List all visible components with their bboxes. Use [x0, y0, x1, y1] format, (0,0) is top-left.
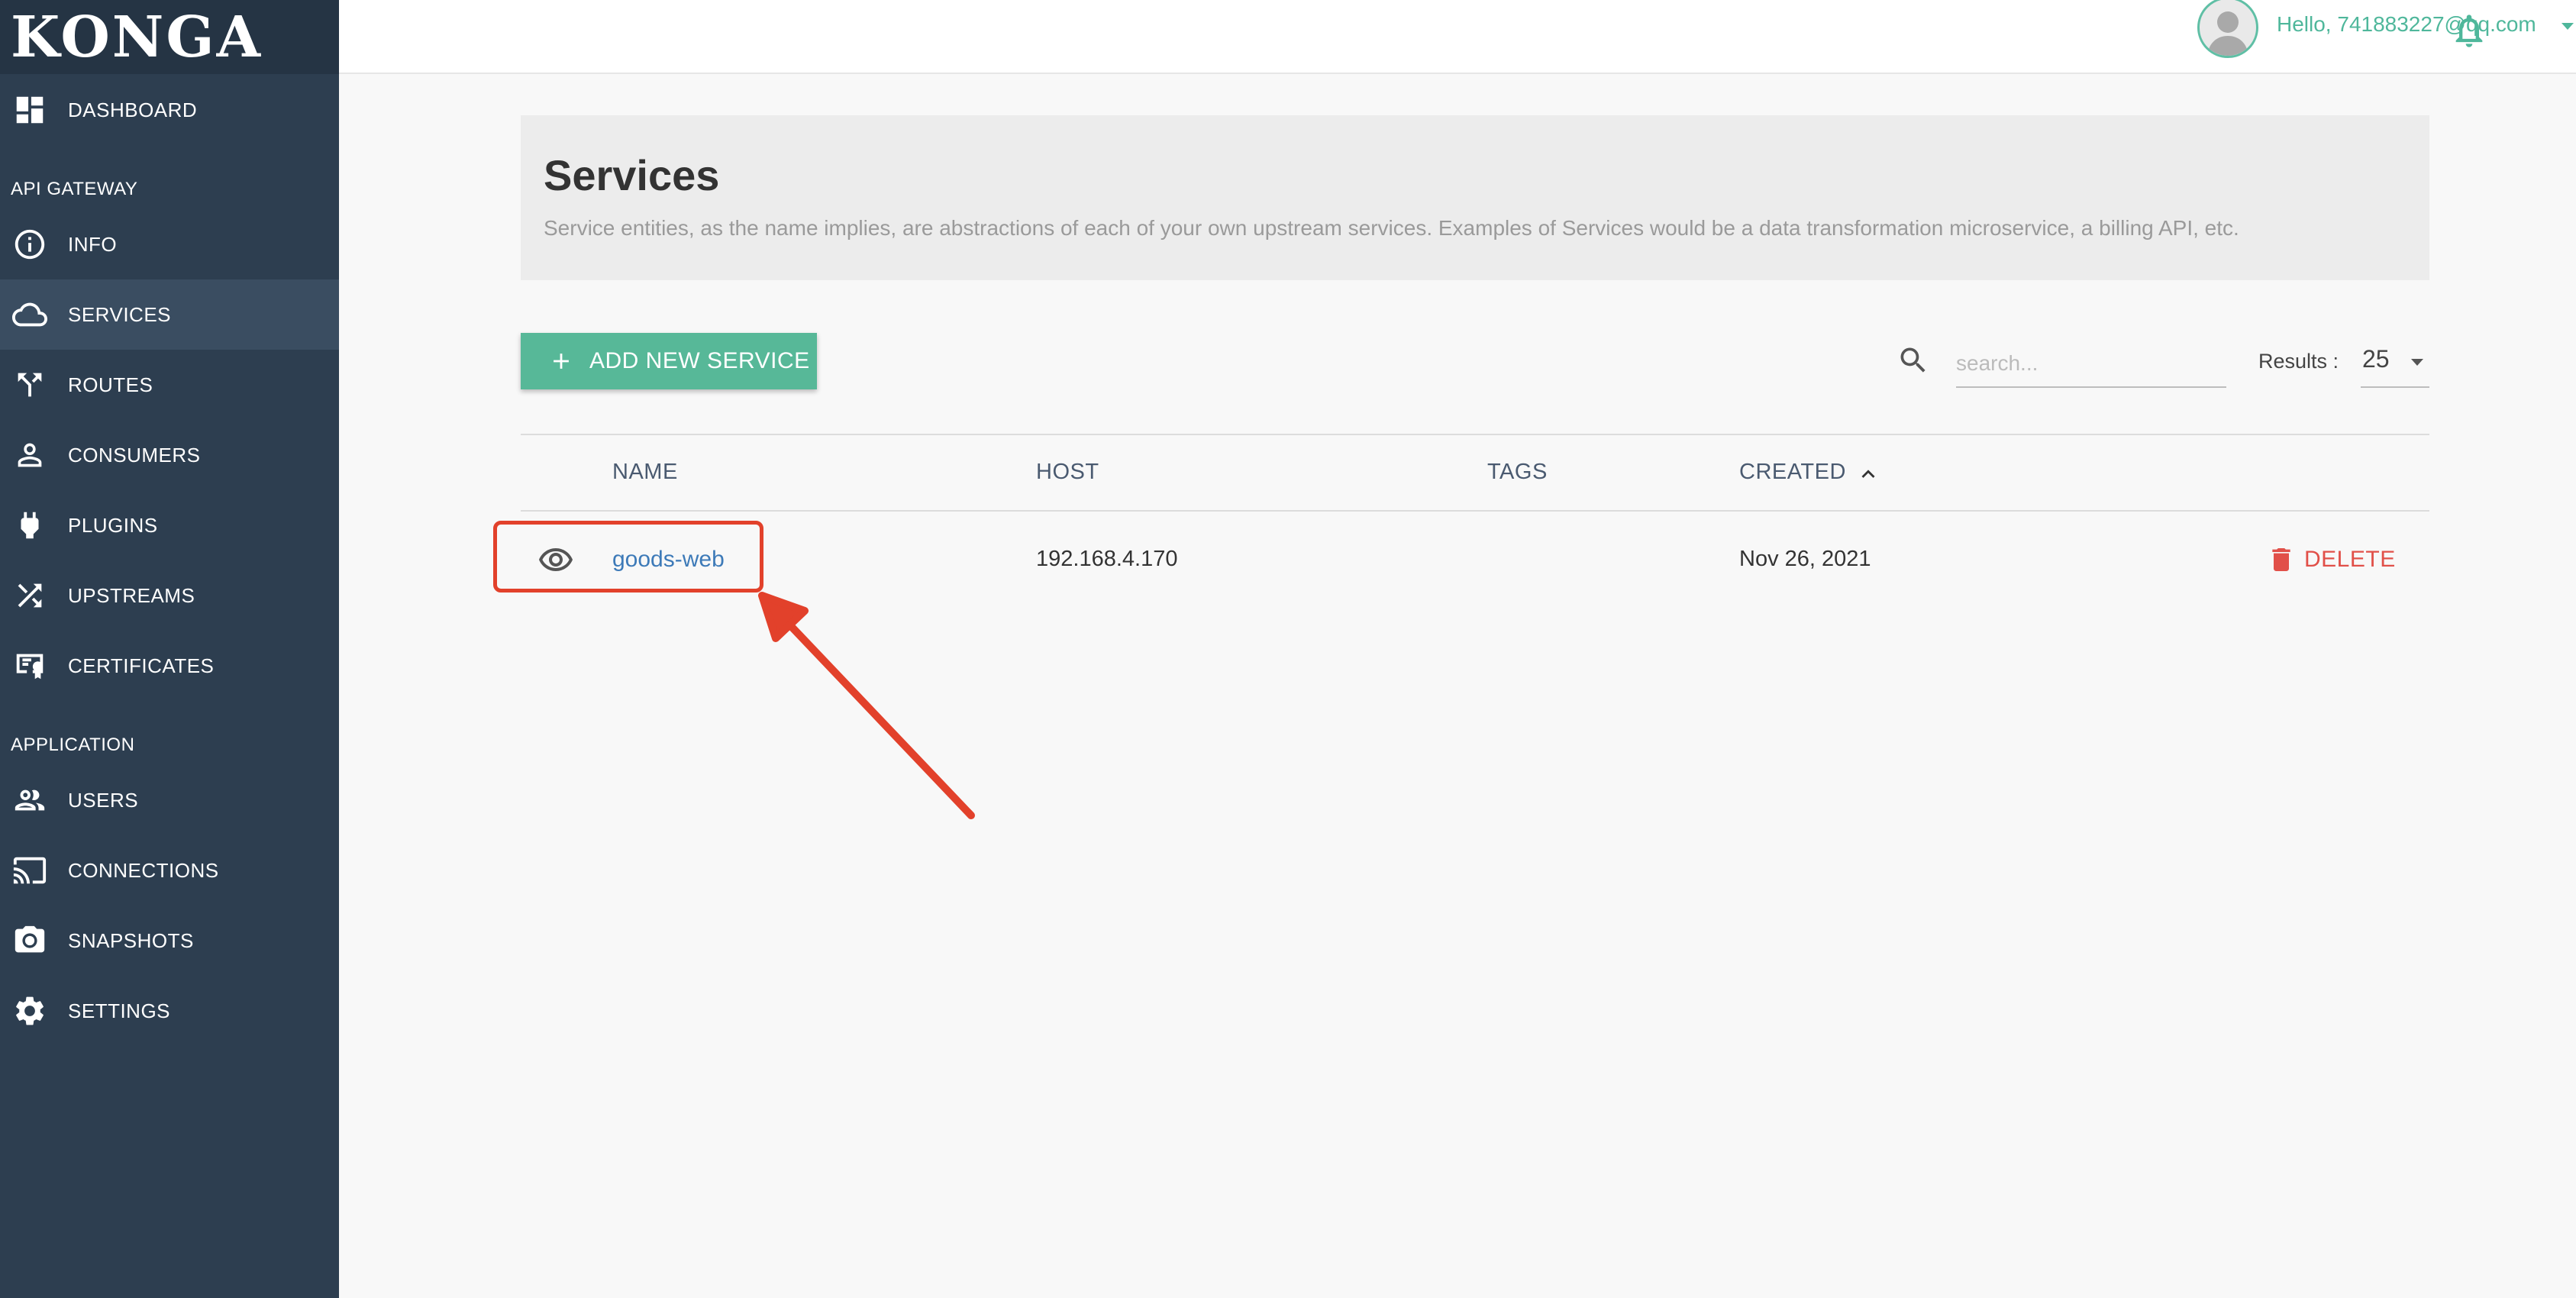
search-input[interactable] [1956, 341, 2226, 388]
sidebar-item-label: INFO [68, 232, 118, 256]
konga-logo[interactable]: KONGA [11, 9, 263, 66]
add-new-service-label: ADD NEW SERVICE [589, 348, 810, 373]
sidebar-item-label: UPSTREAMS [68, 583, 195, 607]
people-icon [12, 783, 47, 818]
service-created: Nov 26, 2021 [1739, 547, 1871, 571]
results-label: Results : [2258, 350, 2339, 373]
column-header-tags[interactable]: TAGS [1487, 460, 1548, 485]
sidebar-item-services[interactable]: SERVICES [0, 279, 339, 350]
column-header-name[interactable]: NAME [612, 460, 678, 485]
chevron-down-icon [2411, 359, 2423, 366]
logo-bar: KONGA [0, 0, 339, 74]
delete-label: DELETE [2304, 547, 2396, 572]
dashboard-icon [12, 92, 47, 128]
eye-icon[interactable] [537, 542, 574, 579]
results-per-page-value: 25 [2362, 345, 2390, 373]
service-name-link[interactable]: goods-web [612, 547, 725, 573]
chevron-down-icon[interactable] [2561, 23, 2574, 30]
add-new-service-button[interactable]: ADD NEW SERVICE [521, 333, 817, 389]
table-row: goods-web 192.168.4.170 Nov 26, 2021 DEL… [521, 512, 2429, 606]
routes-icon [12, 367, 47, 402]
section-api-gateway: API GATEWAY [11, 179, 138, 199]
trash-icon [2266, 544, 2297, 575]
sidebar-item-upstreams[interactable]: UPSTREAMS [0, 560, 339, 631]
sidebar-item-label: PLUGINS [68, 513, 158, 537]
services-table: NAME HOST TAGS CREATED goods-web 192.168… [521, 434, 2429, 606]
sidebar-item-dashboard[interactable]: DASHBOARD [0, 75, 339, 145]
user-menu-label[interactable]: Hello, 741883227@qq.com [2277, 12, 2536, 37]
plus-icon [548, 348, 574, 374]
sidebar: KONGA DASHBOARD API GATEWAY INFO SERVICE… [0, 0, 339, 1298]
sidebar-item-consumers[interactable]: CONSUMERS [0, 420, 339, 490]
person-icon [12, 438, 47, 473]
camera-icon [12, 923, 47, 958]
results-per-page-select[interactable]: 25 [2361, 341, 2429, 388]
sort-ascending-icon[interactable] [1855, 461, 1881, 487]
gear-icon [12, 993, 47, 1028]
sidebar-item-info[interactable]: INFO [0, 209, 339, 279]
search-icon [1896, 344, 1930, 377]
column-header-host[interactable]: HOST [1036, 460, 1099, 485]
sidebar-item-label: SERVICES [68, 302, 172, 326]
sidebar-item-label: CERTIFICATES [68, 654, 215, 677]
sidebar-item-plugins[interactable]: PLUGINS [0, 490, 339, 560]
sidebar-item-certificates[interactable]: CERTIFICATES [0, 631, 339, 701]
sidebar-item-label: USERS [68, 788, 139, 812]
section-application: APPLICATION [11, 735, 135, 755]
column-header-created[interactable]: CREATED [1739, 460, 1846, 485]
table-header: NAME HOST TAGS CREATED [521, 434, 2429, 512]
sidebar-item-label: SNAPSHOTS [68, 928, 194, 952]
cloud-icon [12, 297, 47, 332]
sidebar-item-label: DASHBOARD [68, 98, 198, 121]
sidebar-item-label: ROUTES [68, 373, 153, 396]
delete-button[interactable]: DELETE [2266, 541, 2396, 579]
service-host: 192.168.4.170 [1036, 547, 1178, 571]
sidebar-item-label: CONSUMERS [68, 443, 201, 467]
plug-icon [12, 508, 47, 543]
sidebar-item-label: CONNECTIONS [68, 858, 219, 882]
page-description: Service entities, as the name implies, a… [544, 216, 2239, 240]
page-header: Services Service entities, as the name i… [521, 115, 2429, 280]
sidebar-item-connections[interactable]: CONNECTIONS [0, 835, 339, 906]
cast-icon [12, 853, 47, 888]
shuffle-icon [12, 578, 47, 613]
sidebar-item-label: SETTINGS [68, 999, 171, 1022]
sidebar-item-settings[interactable]: SETTINGS [0, 976, 339, 1046]
certificate-icon [12, 648, 47, 683]
info-icon [12, 227, 47, 262]
page-title: Services [544, 151, 720, 199]
sidebar-item-users[interactable]: USERS [0, 765, 339, 835]
sidebar-item-snapshots[interactable]: SNAPSHOTS [0, 906, 339, 976]
sidebar-item-routes[interactable]: ROUTES [0, 350, 339, 420]
